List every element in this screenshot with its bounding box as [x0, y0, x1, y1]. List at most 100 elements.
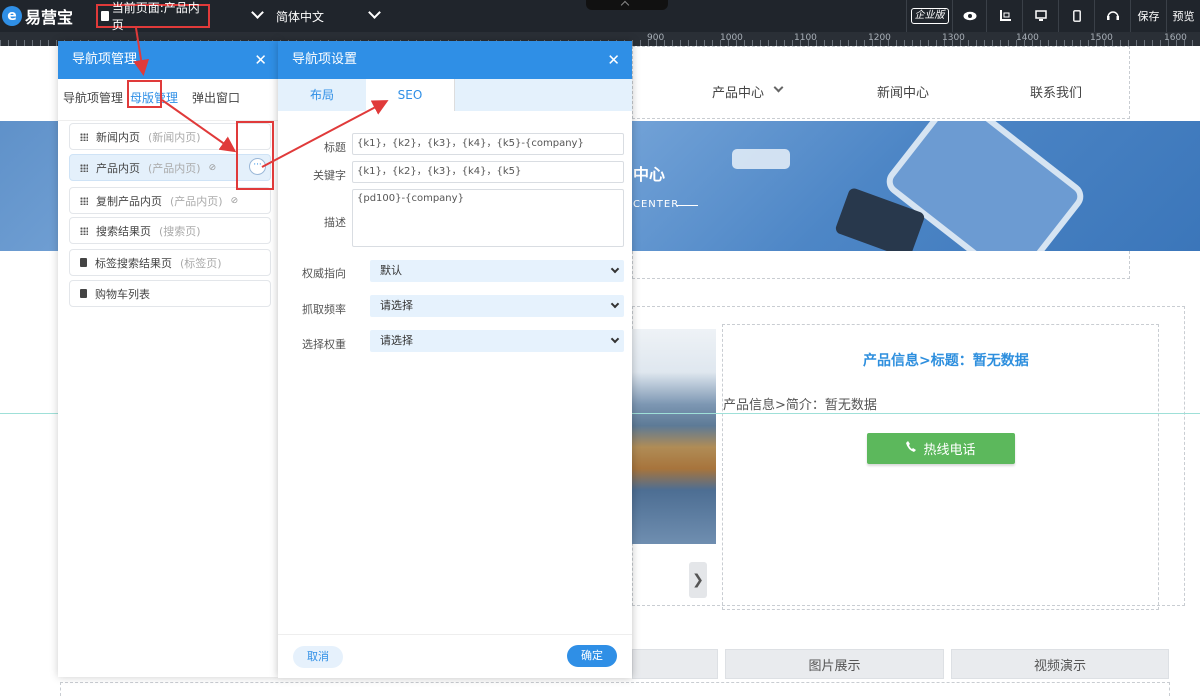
current-page-label: 当前页面:产品内页 — [111, 1, 200, 32]
description-label: 描述 — [324, 216, 346, 229]
banner-title: 中心 — [633, 165, 666, 184]
nav-settings-tabs: 布局 SEO — [278, 79, 632, 111]
crawl-frequency-value: 请选择 — [380, 299, 413, 312]
list-item-sub: (标签页) — [180, 256, 222, 270]
logo-icon: e — [2, 6, 22, 26]
list-item[interactable]: 标签搜索结果页 (标签页) — [69, 249, 271, 276]
list-item[interactable]: 复制产品内页 (产品内页) ⊘ — [69, 187, 271, 214]
banner-subtitle-line — [676, 205, 698, 206]
ruler-label: 1300 — [942, 33, 965, 43]
current-page-selector[interactable]: 当前页面:产品内页 — [96, 1, 210, 32]
ruler-label: 1200 — [868, 33, 891, 43]
seo-keywords-input[interactable]: {k1}，{k2}，{k3}，{k4}，{k5} — [352, 161, 624, 183]
title-label: 标题 — [324, 141, 346, 154]
list-item[interactable]: 购物车列表 — [69, 280, 271, 307]
close-icon[interactable]: ✕ — [607, 41, 620, 79]
nav-settings-panel: 导航项设置 ✕ 布局 SEO 标题 {k1}，{k2}，{k3}，{k4}，{k… — [278, 41, 632, 678]
chevron-down-icon — [610, 334, 620, 344]
list-item-sub: (产品内页) — [170, 194, 223, 208]
site-nav-contact[interactable]: 联系我们 — [1030, 82, 1082, 101]
support-icon[interactable] — [1094, 0, 1130, 32]
authority-select[interactable]: 默认 — [370, 260, 624, 282]
weight-label: 选择权重 — [302, 338, 346, 351]
site-nav-news[interactable]: 新闻中心 — [877, 82, 929, 101]
list-item-sub: (产品内页) — [148, 161, 201, 175]
hotline-button[interactable]: 热线电话 — [867, 433, 1015, 464]
list-item-label: 搜索结果页 — [96, 224, 151, 238]
nav-manager-tabs: 导航项管理 母版管理 弹出窗口 — [58, 79, 279, 143]
keywords-label: 关键字 — [313, 169, 346, 182]
banner-watch — [732, 149, 790, 169]
product-brief: 产品信息>简介：暂无数据 — [723, 398, 877, 413]
phone-icon — [906, 441, 917, 456]
tab-video-demo[interactable]: 视频演示 — [951, 649, 1169, 679]
next-image-button[interactable]: ❯ — [689, 562, 707, 598]
product-title: 产品信息>标题：暂无数据 — [863, 353, 1029, 369]
save-button[interactable]: 保存 — [1130, 0, 1166, 32]
toolbar-actions: 企业版 保存 预览 — [906, 0, 1200, 32]
authority-label: 权威指向 — [302, 267, 346, 280]
cancel-button[interactable]: 取消 — [293, 646, 343, 668]
ruler-icon[interactable] — [986, 0, 1022, 32]
tab-product-detail[interactable] — [632, 649, 718, 679]
grid-icon — [80, 163, 88, 172]
list-item-label: 标签搜索结果页 — [95, 256, 172, 270]
hidden-eye-icon: ⊘ — [230, 195, 239, 206]
ruler-label: 1100 — [794, 33, 817, 43]
crawl-frequency-label: 抓取频率 — [302, 303, 346, 316]
eye-icon[interactable] — [952, 0, 986, 32]
banner-frame — [632, 251, 1130, 279]
chevron-down-icon — [610, 264, 620, 274]
preview-button[interactable]: 预览 — [1166, 0, 1200, 32]
crawl-frequency-select[interactable]: 请选择 — [370, 295, 624, 317]
authority-value: 默认 — [380, 264, 402, 277]
list-item[interactable]: 搜索结果页 (搜索页) — [69, 217, 271, 244]
logo-text: 易营宝 — [25, 8, 74, 27]
tab-image-gallery[interactable]: 图片展示 — [725, 649, 944, 679]
close-icon[interactable]: ✕ — [254, 41, 267, 79]
seo-description-textarea[interactable]: {pd100}-{company} — [352, 189, 624, 247]
site-nav-products[interactable]: 产品中心 — [712, 82, 764, 101]
chevron-down-icon[interactable] — [251, 6, 264, 19]
top-toolbar: e 易营宝 当前页面:产品内页 简体中文 企业版 保存 预览 — [0, 0, 1200, 32]
nav-manager-header: 导航项管理 ✕ — [58, 41, 279, 79]
hotline-label: 热线电话 — [923, 443, 976, 458]
grid-icon — [80, 132, 88, 141]
list-item-label: 复制产品内页 — [96, 194, 162, 208]
ruler-label: 900 — [647, 33, 665, 43]
page-icon — [80, 258, 87, 267]
ruler-label: 1400 — [1016, 33, 1039, 43]
language-selector[interactable]: 简体中文 — [276, 8, 324, 25]
chevron-down-icon — [610, 299, 620, 309]
logo: e 易营宝 — [2, 4, 73, 28]
list-item-label: 新闻内页 — [96, 130, 140, 144]
seo-title-input[interactable]: {k1}，{k2}，{k3}，{k4}，{k5}-{company} — [352, 133, 624, 155]
chevron-up-icon — [620, 0, 630, 10]
tab-nav-items[interactable]: 导航项管理 — [63, 89, 123, 106]
weight-value: 请选择 — [380, 334, 413, 347]
annotation-highlight-box — [236, 121, 274, 190]
document-icon — [101, 11, 109, 21]
weight-select[interactable]: 请选择 — [370, 330, 624, 352]
list-item-sub: (新闻内页) — [148, 130, 201, 144]
list-item-label: 购物车列表 — [95, 287, 150, 301]
list-item-sub: (搜索页) — [159, 224, 201, 238]
grid-icon — [80, 226, 88, 235]
nav-manager-title: 导航项管理 — [72, 52, 138, 67]
hidden-eye-icon: ⊘ — [208, 162, 217, 173]
annotation-highlight-box — [127, 80, 162, 108]
chevron-down-icon[interactable] — [368, 6, 381, 19]
ruler-label: 1000 — [720, 33, 743, 43]
tab-layout[interactable]: 布局 — [278, 79, 366, 111]
edition-badge: 企业版 — [906, 0, 952, 32]
mobile-icon[interactable] — [1058, 0, 1094, 32]
product-image — [632, 329, 716, 544]
collapse-toolbar-tab[interactable] — [586, 0, 668, 10]
nav-settings-title: 导航项设置 — [292, 52, 358, 67]
tab-seo[interactable]: SEO — [366, 79, 455, 111]
ruler-label: 1600 — [1164, 33, 1187, 43]
desktop-icon[interactable] — [1022, 0, 1058, 32]
tab-popup-window[interactable]: 弹出窗口 — [192, 89, 240, 106]
grid-icon — [80, 196, 88, 205]
confirm-button[interactable]: 确定 — [567, 645, 617, 667]
